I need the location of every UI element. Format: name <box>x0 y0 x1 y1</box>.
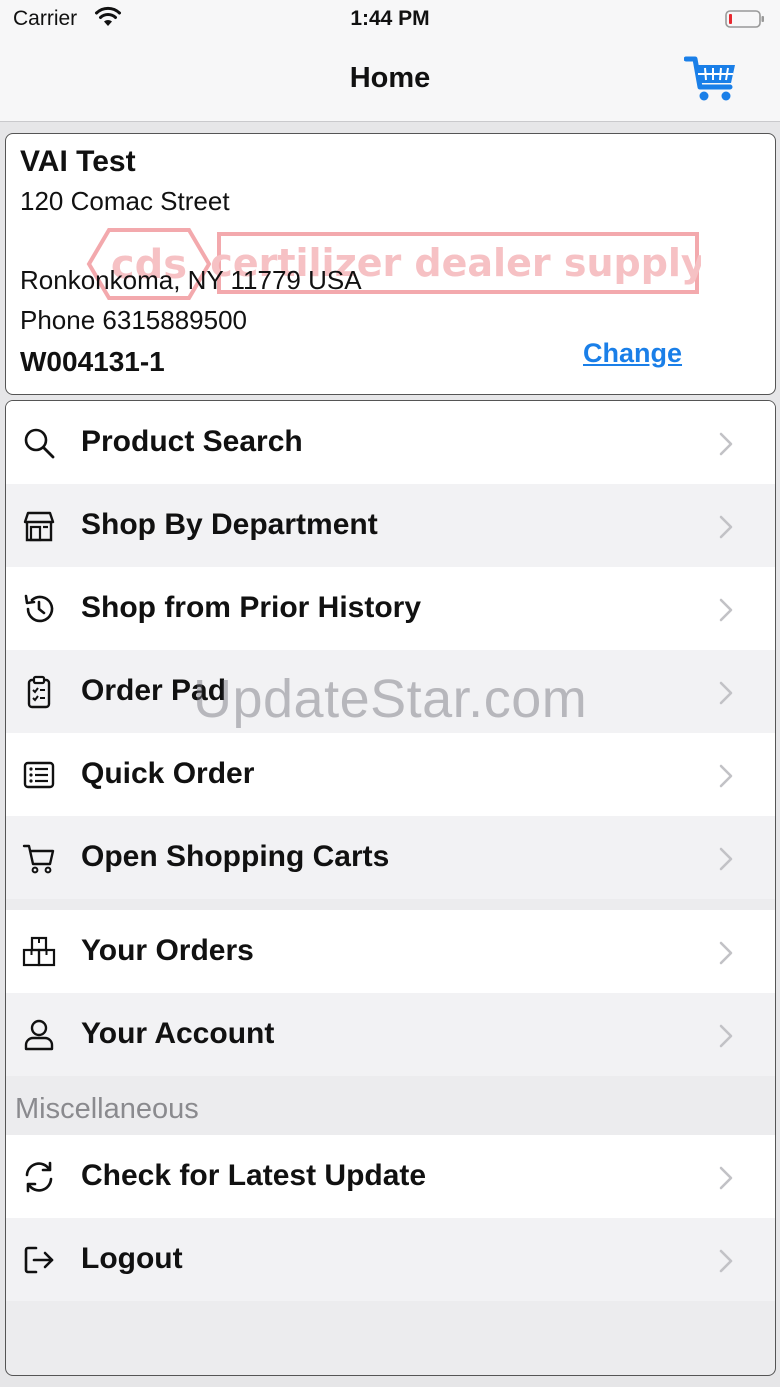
search-icon <box>24 428 55 459</box>
menu-item-logout[interactable]: Logout <box>6 1218 775 1301</box>
change-customer-link[interactable]: Change <box>583 338 682 369</box>
store-icon <box>23 511 55 542</box>
menu-item-label: Check for Latest Update <box>81 1159 427 1192</box>
logout-icon <box>24 1246 54 1274</box>
menu-item-your-orders[interactable]: Your Orders <box>6 910 775 993</box>
menu-item-open-shopping-carts[interactable]: Open Shopping Carts <box>6 816 775 899</box>
chevron-right-icon <box>719 515 733 539</box>
list-icon <box>23 761 55 789</box>
shopping-cart-icon[interactable] <box>684 54 738 104</box>
section-header-miscellaneous: Miscellaneous <box>15 1093 199 1125</box>
address-line-2: Ronkonkoma, NY 11779 USA <box>20 265 362 295</box>
navigation-bar: Home <box>0 40 780 122</box>
chevron-right-icon <box>719 764 733 788</box>
cart-icon <box>22 844 55 874</box>
menu-item-product-search[interactable]: Product Search <box>6 401 775 484</box>
menu-item-label: Open Shopping Carts <box>81 840 390 873</box>
chevron-right-icon <box>719 1166 733 1190</box>
menu-item-label: Logout <box>81 1242 183 1275</box>
account-number: W004131-1 <box>20 346 165 377</box>
home-screen: Carrier 1:44 PM Home cds certilizer deal… <box>0 0 780 1387</box>
chevron-right-icon <box>719 1249 733 1273</box>
address-line-1: 120 Comac Street <box>20 186 230 216</box>
customer-address-card: cds certilizer dealer supply VAI Test 12… <box>5 133 776 395</box>
chevron-right-icon <box>719 681 733 705</box>
menu-item-shop-by-department[interactable]: Shop By Department <box>6 484 775 567</box>
menu-item-label: Your Orders <box>81 934 254 967</box>
customer-name: VAI Test <box>20 145 136 178</box>
phone-number: Phone 6315889500 <box>20 305 248 335</box>
menu-item-label: Order Pad <box>81 674 227 707</box>
menu-item-check-for-update[interactable]: Check for Latest Update <box>6 1135 775 1218</box>
menu-item-label: Your Account <box>81 1017 275 1050</box>
menu-item-shop-from-prior-history[interactable]: Shop from Prior History <box>6 567 775 650</box>
clipboard-icon <box>27 675 51 709</box>
menu-item-label: Quick Order <box>81 757 255 790</box>
chevron-right-icon <box>719 598 733 622</box>
menu-item-order-pad[interactable]: Order Pad <box>6 650 775 733</box>
status-bar: Carrier 1:44 PM <box>0 0 780 40</box>
history-icon <box>24 594 54 623</box>
chevron-right-icon <box>719 432 733 456</box>
menu-item-label: Shop from Prior History <box>81 591 422 624</box>
chevron-right-icon <box>719 1024 733 1048</box>
menu-item-label: Shop By Department <box>81 508 378 541</box>
menu-item-label: Product Search <box>81 425 303 458</box>
clock: 1:44 PM <box>350 7 430 30</box>
menu-item-your-account[interactable]: Your Account <box>6 993 775 1076</box>
boxes-icon <box>22 936 56 967</box>
page-title: Home <box>349 62 431 94</box>
user-icon <box>24 1019 54 1051</box>
main-menu: Product Search Shop By Department Shop f… <box>5 400 776 1376</box>
chevron-right-icon <box>719 847 733 871</box>
battery-icon <box>725 10 764 28</box>
menu-item-quick-order[interactable]: Quick Order <box>6 733 775 816</box>
chevron-right-icon <box>719 941 733 965</box>
refresh-icon <box>25 1161 53 1193</box>
